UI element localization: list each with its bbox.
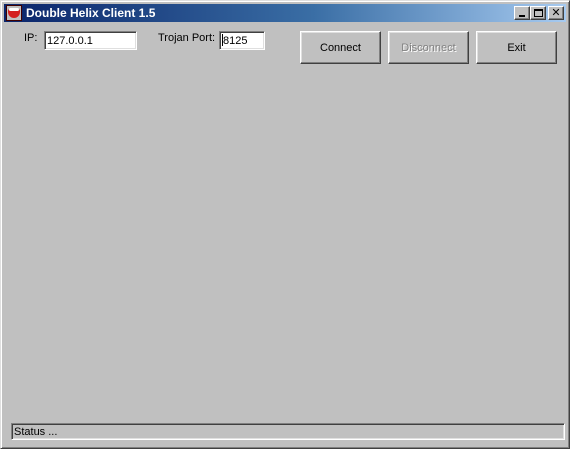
minimize-icon bbox=[519, 15, 525, 17]
exit-button[interactable]: Exit bbox=[476, 31, 557, 64]
window-title: Double Helix Client 1.5 bbox=[26, 6, 156, 20]
status-text: Status ... bbox=[14, 426, 58, 438]
connect-button[interactable]: Connect bbox=[300, 31, 381, 64]
connect-button-label: Connect bbox=[320, 41, 361, 54]
disconnect-button-label: Disconnect bbox=[401, 41, 456, 54]
status-bar: Status ... bbox=[11, 423, 565, 440]
ip-value: 127.0.0.1 bbox=[47, 35, 93, 47]
trojan-port-value: 8125 bbox=[223, 35, 248, 47]
client-window: Double Helix Client 1.5 ✕ IP: 127.0.0.1 … bbox=[0, 0, 570, 449]
trojan-port-field[interactable]: 8125 bbox=[219, 31, 265, 50]
ip-field[interactable]: 127.0.0.1 bbox=[44, 31, 137, 50]
close-icon: ✕ bbox=[551, 6, 561, 19]
maximize-icon bbox=[534, 9, 543, 17]
minimize-button[interactable] bbox=[514, 6, 530, 20]
exit-button-label: Exit bbox=[507, 41, 526, 54]
title-bar[interactable]: Double Helix Client 1.5 ✕ bbox=[4, 4, 566, 22]
app-bowl-icon[interactable] bbox=[6, 5, 22, 21]
disconnect-button[interactable]: Disconnect bbox=[388, 31, 469, 64]
trojan-port-label: Trojan Port: bbox=[158, 32, 216, 44]
maximize-button[interactable] bbox=[530, 6, 546, 20]
ip-label: IP: bbox=[24, 32, 38, 44]
window-controls: ✕ bbox=[514, 6, 564, 20]
close-button[interactable]: ✕ bbox=[548, 6, 564, 20]
